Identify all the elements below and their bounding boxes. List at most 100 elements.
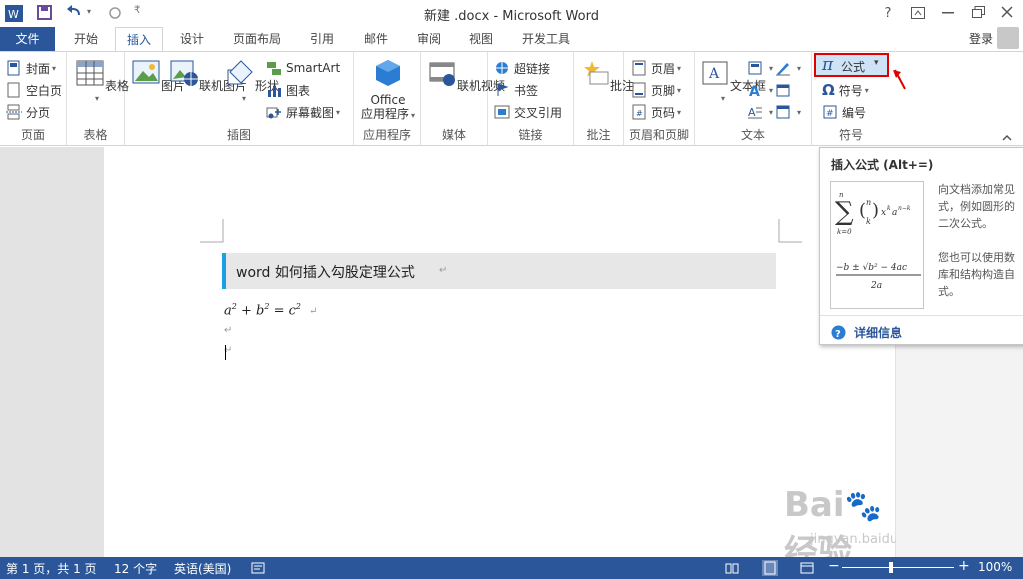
- comment-button[interactable]: 批注: [580, 58, 634, 94]
- group-pages: 封面 ▾ 空白页 分页 页面: [0, 52, 67, 145]
- tab-layout[interactable]: 页面布局: [224, 27, 290, 51]
- minimize-icon[interactable]: [942, 12, 954, 14]
- svg-text:k: k: [887, 205, 891, 212]
- page-number-button[interactable]: # 页码 ▾: [631, 102, 681, 122]
- macro-record-icon[interactable]: [251, 561, 265, 575]
- smartart-button[interactable]: SmartArt: [266, 58, 340, 78]
- word-count[interactable]: 12 个字: [114, 560, 157, 577]
- avatar[interactable]: [997, 27, 1019, 49]
- ribbon-display-icon[interactable]: [911, 7, 925, 19]
- chevron-down-icon[interactable]: ▾: [874, 58, 879, 68]
- screenshot-icon: [266, 107, 281, 119]
- equation-button[interactable]: π 公式 ▾: [814, 53, 889, 77]
- page-break-icon: [6, 104, 22, 120]
- margin-corner-mark: [778, 219, 802, 243]
- tab-insert[interactable]: 插入: [115, 27, 163, 52]
- group-text: A 文本框 ▾ ▾ A ▾ A ▾ ▾ ▾ 文本: [695, 52, 812, 145]
- collapse-ribbon-icon[interactable]: [1002, 134, 1012, 141]
- blank-page-button[interactable]: 空白页: [6, 80, 62, 100]
- svg-text:A: A: [749, 84, 760, 98]
- quick-parts-button[interactable]: ▾: [747, 58, 773, 78]
- read-mode-icon[interactable]: [725, 561, 739, 575]
- cover-page-button[interactable]: 封面 ▾: [6, 58, 56, 78]
- group-media: 联机视频 媒体: [421, 52, 505, 145]
- textbox-button[interactable]: A 文本框 ▾: [700, 58, 766, 103]
- group-apps: Office 应用程序 ▾ 应用程序: [354, 52, 421, 145]
- status-bar: 第 1 页，共 1 页 12 个字 英语(美国) − + 100%: [0, 557, 1023, 579]
- tab-review[interactable]: 审阅: [405, 27, 453, 51]
- ribbon-tabs: 文件 开始 插入 设计 页面布局 引用 邮件 审阅 视图 开发工具 登录: [0, 27, 1023, 52]
- signature-line-button[interactable]: ▾: [775, 58, 801, 78]
- object-icon: [776, 105, 790, 119]
- bookmark-button[interactable]: 书签: [494, 80, 538, 100]
- dropcap-button[interactable]: A ▾: [747, 102, 773, 122]
- close-icon[interactable]: [1001, 6, 1013, 18]
- crossref-icon: [494, 105, 510, 119]
- object-button[interactable]: ▾: [775, 102, 801, 122]
- tooltip-more-link[interactable]: ? 详细信息: [831, 324, 902, 341]
- pythagorean-equation[interactable]: a2 + b2 = c2 ↵: [224, 302, 317, 318]
- tab-file[interactable]: 文件: [0, 27, 55, 51]
- svg-text:2a: 2a: [870, 281, 882, 291]
- hyperlink-button[interactable]: 超链接: [494, 58, 550, 78]
- chevron-down-icon: ▾: [52, 63, 57, 73]
- header-button[interactable]: 页眉 ▾: [631, 58, 681, 78]
- group-comments: 批注 批注: [574, 52, 634, 145]
- tab-home[interactable]: 开始: [62, 27, 110, 51]
- restore-icon[interactable]: [972, 6, 985, 18]
- page-break-button[interactable]: 分页: [6, 102, 50, 122]
- paragraph-mark: ↵: [224, 325, 233, 336]
- zoom-in-button[interactable]: +: [958, 558, 970, 574]
- wordart-button[interactable]: A ▾: [747, 80, 773, 100]
- chart-button[interactable]: 图表: [266, 80, 310, 100]
- zoom-level[interactable]: 100%: [978, 560, 1012, 574]
- print-layout-icon[interactable]: [762, 560, 778, 576]
- office-apps-button[interactable]: Office 应用程序 ▾: [360, 58, 416, 123]
- chevron-down-icon: ▾: [677, 63, 682, 73]
- help-circle-icon: ?: [831, 325, 846, 340]
- group-label: 页面: [20, 128, 45, 142]
- svg-text:n: n: [866, 198, 871, 207]
- online-picture-button[interactable]: 联机图片: [169, 58, 247, 94]
- page-number-icon: #: [632, 104, 646, 120]
- chevron-down-icon: ▾: [411, 111, 416, 120]
- svg-text:k=0: k=0: [837, 228, 852, 236]
- language-indicator[interactable]: 英语(美国): [174, 560, 231, 577]
- smartart-icon: [267, 62, 281, 75]
- chevron-down-icon: ▾: [677, 85, 682, 95]
- symbol-button[interactable]: Ω 符号 ▾: [822, 80, 869, 100]
- shapes-button[interactable]: 形状 ▾: [225, 58, 279, 103]
- zoom-slider[interactable]: [842, 567, 954, 568]
- heading-block[interactable]: word 如何插入勾股定理公式 ↵: [222, 253, 776, 289]
- tab-view[interactable]: 视图: [457, 27, 505, 51]
- binomial-formula-icon: n ∑ k=0 ( n k ) x k a n−k −b ± √b² − 4ac…: [835, 191, 921, 291]
- number-button[interactable]: # 编号: [822, 102, 866, 122]
- margin-corner-mark: [200, 219, 224, 243]
- footer-button[interactable]: 页脚 ▾: [631, 80, 681, 100]
- tab-design[interactable]: 设计: [168, 27, 216, 51]
- group-tables: 表格 ▾ 表格: [67, 52, 129, 145]
- picture-button[interactable]: 图片: [131, 58, 185, 94]
- screenshot-button[interactable]: 屏幕截图 ▾: [266, 102, 340, 122]
- online-video-button[interactable]: 联机视频: [427, 58, 505, 94]
- calendar-icon: [776, 84, 790, 97]
- web-layout-icon[interactable]: [800, 561, 814, 575]
- chevron-down-icon: ▾: [769, 85, 774, 95]
- help-button[interactable]: ?: [879, 3, 897, 23]
- zoom-slider-thumb[interactable]: [889, 562, 893, 573]
- date-time-button[interactable]: [775, 80, 795, 100]
- chart-icon: [268, 86, 281, 97]
- wordart-icon: A: [749, 84, 760, 98]
- table-button[interactable]: 表格 ▾: [75, 58, 129, 103]
- login-link[interactable]: 登录: [969, 30, 993, 47]
- zoom-out-button[interactable]: −: [828, 558, 840, 574]
- chevron-down-icon: ▾: [677, 107, 682, 117]
- tab-developer[interactable]: 开发工具: [512, 27, 580, 51]
- crossref-button[interactable]: 交叉引用: [494, 102, 562, 122]
- tab-mailings[interactable]: 邮件: [352, 27, 400, 51]
- footer-icon: [632, 82, 646, 98]
- svg-text:k: k: [866, 217, 871, 226]
- page-count[interactable]: 第 1 页，共 1 页: [6, 560, 97, 577]
- tab-references[interactable]: 引用: [298, 27, 346, 51]
- document-page[interactable]: word 如何插入勾股定理公式 ↵ a2 + b2 = c2 ↵ ↵ ↵ Bai🐾经…: [104, 147, 930, 573]
